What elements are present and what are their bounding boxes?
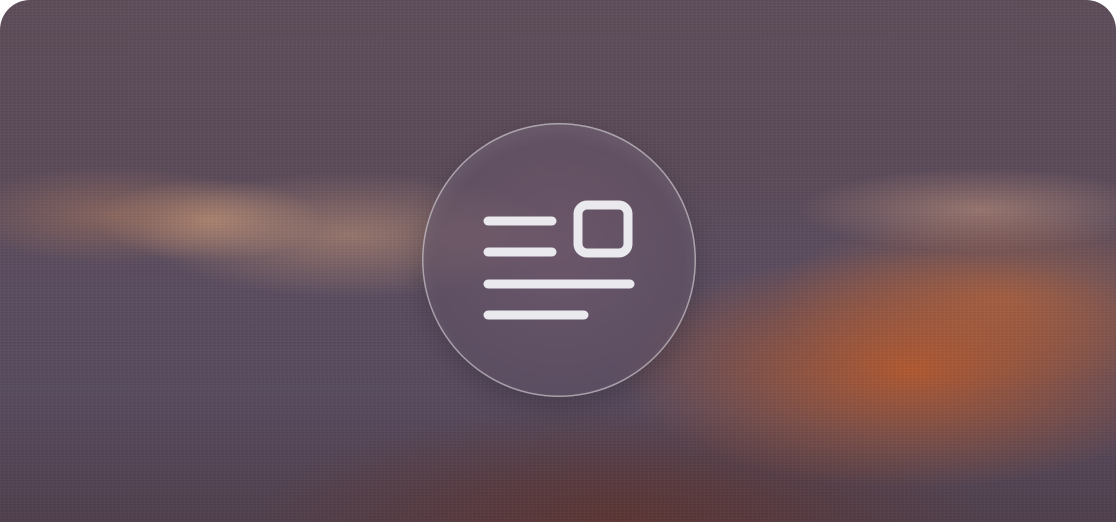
hero-card [0, 0, 1116, 522]
article-image-box [573, 200, 633, 258]
article-icon [483, 200, 635, 320]
